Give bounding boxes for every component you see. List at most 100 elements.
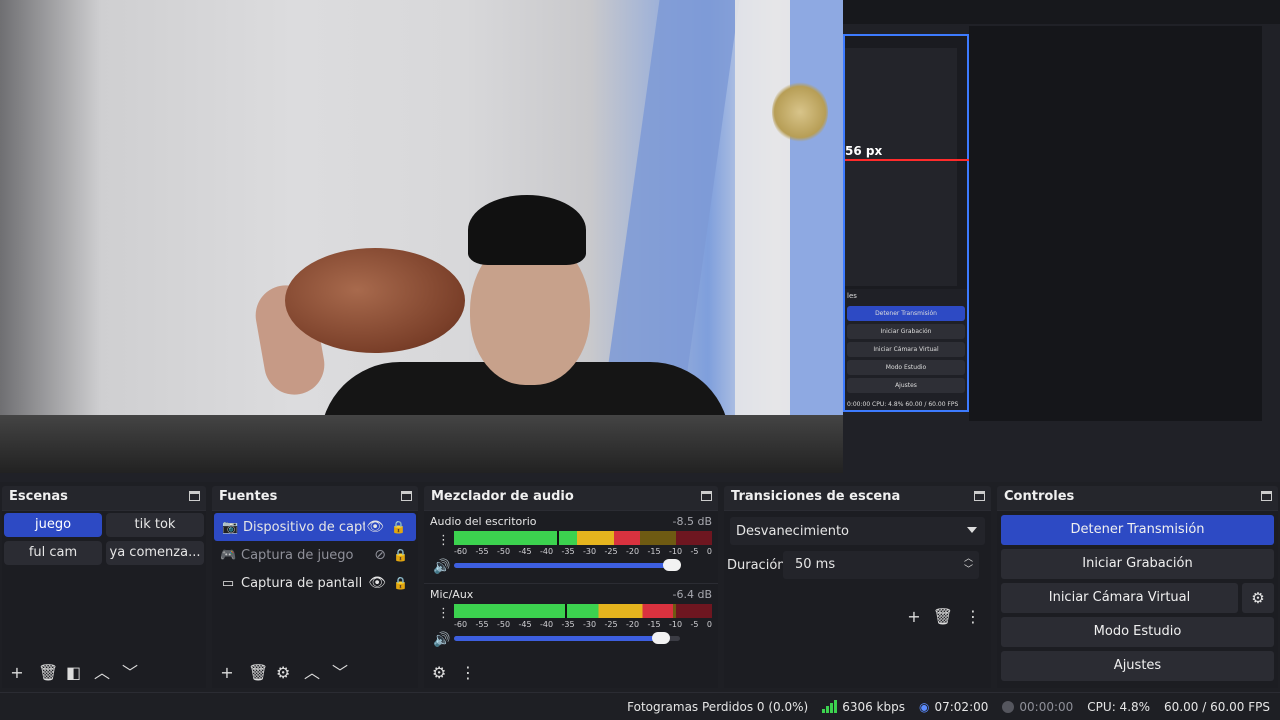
gamepad-icon: 🎮 xyxy=(220,547,237,563)
eye-hidden-icon[interactable]: ⊘ xyxy=(374,547,386,563)
lock-icon[interactable]: 🔒 xyxy=(391,520,406,534)
scenes-title: Escenas xyxy=(2,486,206,508)
chevron-up-icon[interactable]: ︿ xyxy=(94,665,110,681)
transitions-title: Transiciones de escena xyxy=(724,486,991,508)
scene-ful-cam[interactable]: ful cam xyxy=(4,541,102,565)
chevron-up-icon[interactable]: ︿ xyxy=(304,665,320,681)
undock-icon[interactable] xyxy=(189,491,200,501)
webcam-preview[interactable] xyxy=(0,0,843,473)
kebab-menu-icon[interactable]: ⋮ xyxy=(437,533,450,548)
kebab-menu-icon[interactable]: ⋮ xyxy=(460,665,476,681)
transition-select[interactable]: Desvanecimiento xyxy=(730,517,985,545)
meter-level xyxy=(454,604,674,618)
scene-juego[interactable]: juego xyxy=(4,513,102,537)
chevron-down-icon[interactable]: ﹀ xyxy=(122,665,138,681)
preview-top-strip xyxy=(843,0,1280,24)
trash-icon[interactable]: 🗑 xyxy=(38,665,58,681)
nested-studio-mode: Modo Estudio xyxy=(847,360,965,375)
speaker-icon[interactable]: 🔊 xyxy=(433,559,450,575)
kebab-menu-icon[interactable]: ⋮ xyxy=(965,607,981,626)
studio-mode-button[interactable]: Modo Estudio xyxy=(1001,617,1274,647)
channel-db: -6.4 dB xyxy=(672,588,713,601)
bitrate-indicator: 6306 kbps xyxy=(822,700,905,714)
speaker-icon[interactable]: 🔊 xyxy=(433,632,450,648)
filter-icon[interactable]: ◧ xyxy=(66,665,81,681)
record-time: 00:00:00 xyxy=(1019,699,1074,714)
add-icon[interactable]: + xyxy=(10,665,24,681)
lock-icon[interactable]: 🔒 xyxy=(393,548,408,562)
controls-dock: Controles Detener Transmisión Iniciar Gr… xyxy=(997,486,1278,688)
meter-tick-label: -45 xyxy=(518,547,532,556)
channel-name: Mic/Aux xyxy=(430,588,474,601)
trash-icon[interactable]: 🗑 xyxy=(933,607,953,626)
source-item[interactable]: 📷 Dispositivo de captura 👁 🔒 xyxy=(214,513,416,541)
flag-stripe xyxy=(790,0,843,420)
preview-area[interactable]: 56 px les Detener Transmisión Iniciar Gr… xyxy=(0,0,1280,482)
eye-icon[interactable]: 👁 xyxy=(366,519,384,535)
gear-icon[interactable]: ⚙ xyxy=(1242,583,1274,613)
slider-knob[interactable] xyxy=(652,632,671,644)
start-recording-button[interactable]: Iniciar Grabación xyxy=(1001,549,1274,579)
meter-peak xyxy=(557,531,560,545)
meter-tick-label: -40 xyxy=(540,620,554,629)
chevron-down-icon[interactable]: ﹀ xyxy=(332,665,348,681)
volume-slider[interactable] xyxy=(454,559,682,571)
stop-stream-button[interactable]: Detener Transmisión xyxy=(1001,515,1274,545)
meter-ticks: -60 -55 -50 -45 -40 -35 -30 -25 -20 -15 -10 -5 0 xyxy=(454,547,712,556)
add-icon[interactable]: + xyxy=(907,607,920,626)
gear-icon[interactable]: ⚙ xyxy=(276,665,290,681)
lock-icon[interactable]: 🔒 xyxy=(393,576,408,590)
settings-button[interactable]: Ajustes xyxy=(1001,651,1274,681)
dropped-frames: Fotogramas Perdidos 0 (0.0%) xyxy=(627,699,809,714)
meter-tick-label: -5 xyxy=(690,547,699,556)
fps-indicator: 60.00 / 60.00 FPS xyxy=(1164,699,1270,714)
duration-value: 50 ms xyxy=(795,557,836,572)
undock-icon[interactable] xyxy=(974,491,985,501)
canvas-background xyxy=(969,26,1262,421)
undock-icon[interactable] xyxy=(401,491,412,501)
scene-tik-tok[interactable]: tik tok xyxy=(106,513,204,537)
nested-stop-stream: Detener Transmisión xyxy=(847,306,965,321)
kebab-menu-icon[interactable]: ⋮ xyxy=(437,606,450,621)
transitions-title-text: Transiciones de escena xyxy=(731,489,901,504)
nested-status: 0:00:00 CPU: 4.8% 60.00 / 60.00 FPS xyxy=(847,401,959,408)
guide-line xyxy=(845,159,969,161)
duration-spinner[interactable]: ︿ ﹀ xyxy=(964,554,973,576)
eye-icon[interactable]: 👁 xyxy=(368,575,386,591)
status-bar: Fotogramas Perdidos 0 (0.0%) 6306 kbps ◉… xyxy=(0,692,1280,720)
nested-settings: Ajustes xyxy=(847,378,965,393)
scene-ya-comenzamos[interactable]: ya comenza... xyxy=(106,541,204,565)
trash-icon[interactable]: 🗑 xyxy=(248,665,268,681)
volume-slider[interactable] xyxy=(454,632,680,644)
sources-title: Fuentes xyxy=(212,486,418,508)
signal-bars-icon xyxy=(822,700,838,713)
transitions-toolbar: + 🗑 ⋮ xyxy=(907,607,981,626)
chevron-down-icon xyxy=(967,527,977,533)
scenes-title-text: Escenas xyxy=(9,489,68,504)
meter-tick-label: -45 xyxy=(518,620,532,629)
meter-tick-label: -35 xyxy=(561,547,575,556)
duration-label: Duración xyxy=(727,557,786,573)
source-item[interactable]: ▭ Captura de pantalla 👁 🔒 xyxy=(212,569,418,597)
meter-tick-label: -30 xyxy=(583,547,597,556)
meter-tick-label: -10 xyxy=(669,620,683,629)
scenes-dock: Escenas juego tik tok ful cam ya comenza… xyxy=(2,486,206,688)
source-item[interactable]: 🎮 Captura de juego ⊘ 🔒 xyxy=(212,541,418,569)
scenes-toolbar: + 🗑 ◧ ︿ ﹀ xyxy=(2,658,206,688)
start-virtual-cam-button[interactable]: Iniciar Cámara Virtual xyxy=(1001,583,1238,613)
desk-edge xyxy=(0,415,843,473)
slider-knob[interactable] xyxy=(663,559,682,571)
mixer-channels: Audio del escritorio -8.5 dB ⋮ -60 -55 -50… xyxy=(424,510,718,688)
undock-icon[interactable] xyxy=(701,491,712,501)
undock-icon[interactable] xyxy=(1261,491,1272,501)
add-icon[interactable]: + xyxy=(220,665,234,681)
mixer-title: Mezclador de audio xyxy=(424,486,718,508)
nested-obs-capture[interactable]: 56 px les Detener Transmisión Iniciar Gr… xyxy=(843,34,969,412)
advanced-audio-icon[interactable]: ⚙ xyxy=(432,665,446,681)
meter-tick-label: 0 xyxy=(706,547,712,556)
virtual-cam-row: Iniciar Cámara Virtual ⚙ xyxy=(1001,583,1274,613)
duration-input[interactable]: 50 ms ︿ ﹀ xyxy=(783,551,979,579)
meter-tick-label: -55 xyxy=(475,547,489,556)
person-cap xyxy=(468,195,586,265)
football xyxy=(285,248,465,353)
